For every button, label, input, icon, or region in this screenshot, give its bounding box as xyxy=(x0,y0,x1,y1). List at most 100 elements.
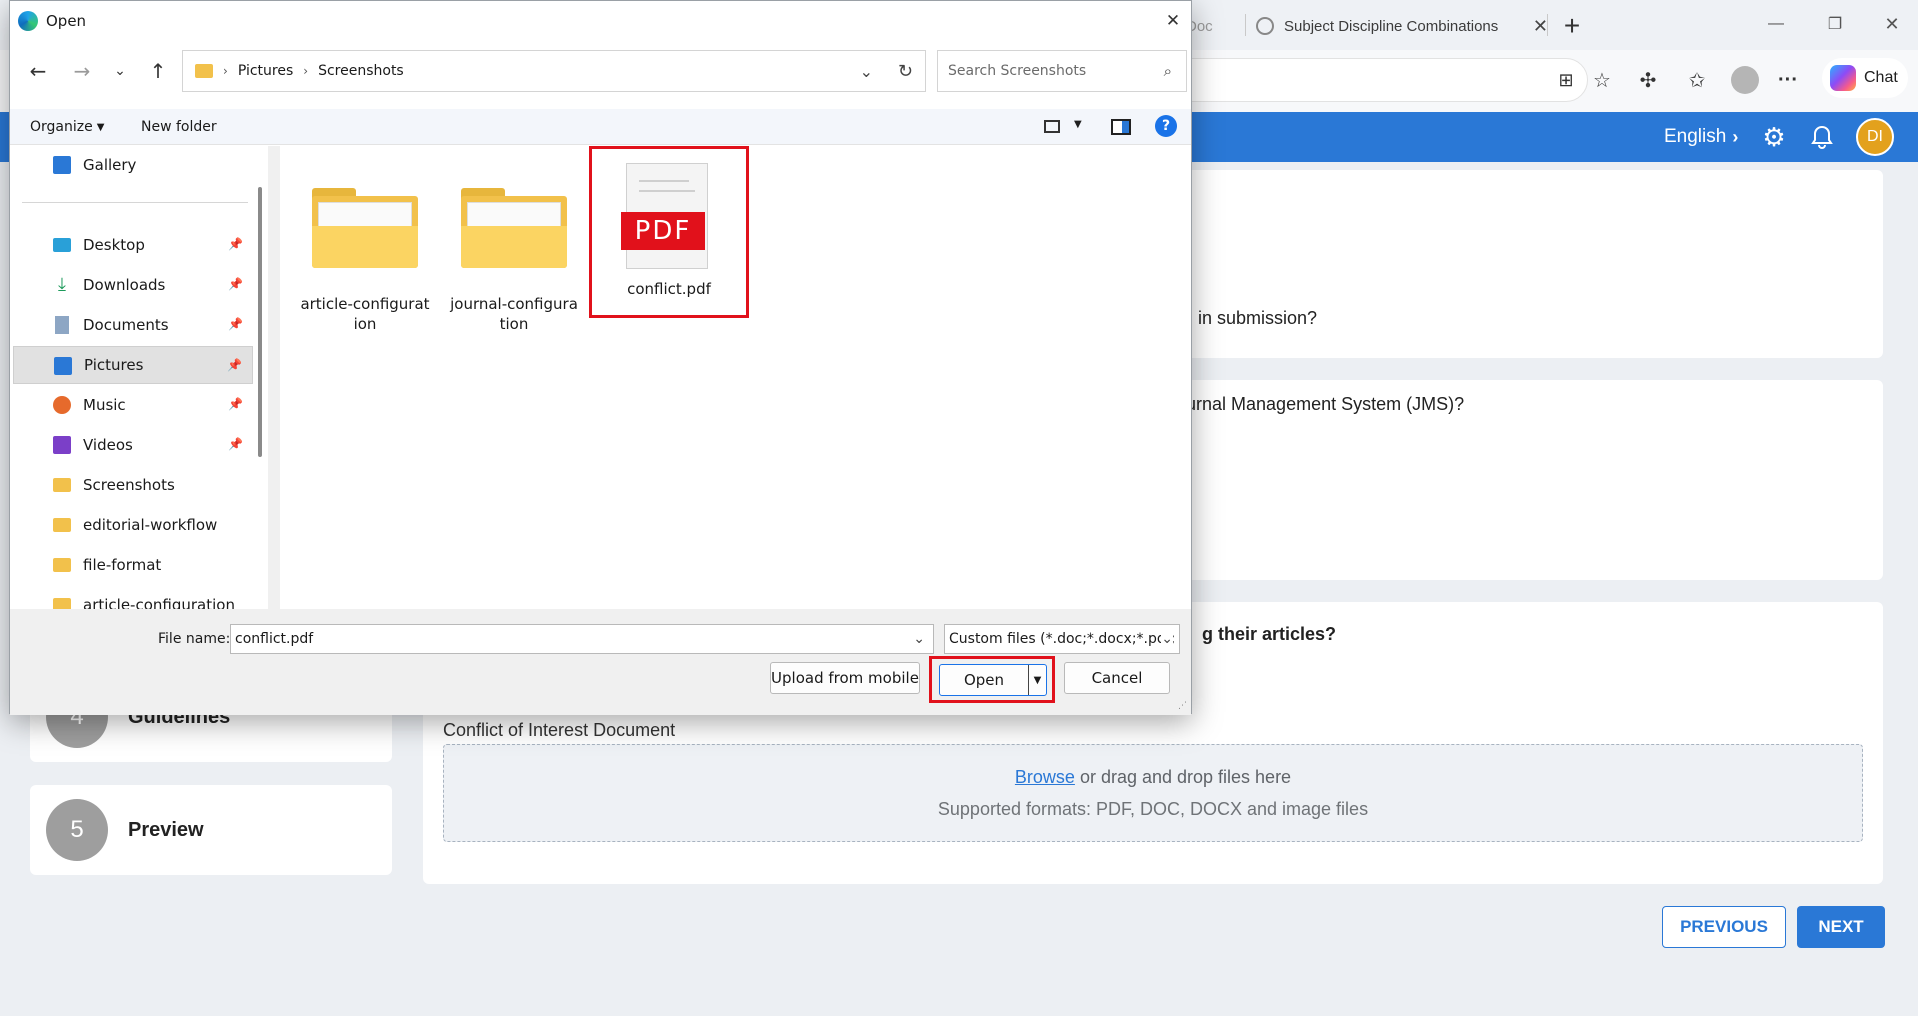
pin-icon[interactable]: 📌 xyxy=(228,437,243,451)
pdf-document-icon: PDF xyxy=(621,163,708,269)
restore-window-icon[interactable]: ❐ xyxy=(1823,12,1847,36)
address-dropdown-chevron-icon[interactable]: ⌄ xyxy=(860,62,873,81)
pin-icon[interactable]: 📌 xyxy=(227,358,242,372)
search-box[interactable]: Search Screenshots ⌕ xyxy=(937,50,1187,92)
help-icon[interactable]: ? xyxy=(1155,115,1177,137)
nav-item-gallery[interactable]: Gallery xyxy=(13,146,253,184)
videos-icon xyxy=(53,436,71,454)
back-arrow-icon[interactable]: ← xyxy=(26,59,50,83)
file-name-dropdown-icon[interactable]: ⌄ xyxy=(913,631,925,647)
preview-pane-icon[interactable] xyxy=(1111,119,1131,135)
tab-divider xyxy=(1245,14,1246,36)
previous-button[interactable]: PREVIOUS xyxy=(1662,906,1786,948)
search-placeholder: Search Screenshots xyxy=(948,63,1087,79)
pin-icon[interactable]: 📌 xyxy=(228,277,243,291)
cancel-button[interactable]: Cancel xyxy=(1064,662,1170,694)
upload-label: Conflict of Interest Document xyxy=(443,720,676,740)
more-menu-icon[interactable]: ··· xyxy=(1776,68,1800,92)
up-folder-arrow-icon[interactable]: ↑ xyxy=(146,59,170,83)
folder-item-journal-configuration[interactable]: journal-configura tion xyxy=(449,166,579,333)
pdf-file-item-conflict[interactable]: PDF conflict.pdf xyxy=(589,146,749,318)
folder-icon xyxy=(53,598,71,609)
profile-avatar-icon[interactable] xyxy=(1731,66,1759,94)
file-type-select[interactable]: Custom files (*.doc;*.docx;*.pdf; ⌄ xyxy=(944,624,1180,654)
favorite-star-icon[interactable]: ☆ xyxy=(1590,68,1614,92)
organize-menu[interactable]: Organize ▼ xyxy=(30,119,104,135)
step-preview[interactable]: 5 Preview xyxy=(30,785,392,875)
nav-label: Documents xyxy=(83,316,169,334)
supported-formats-text: Supported formats: PDF, DOC, DOCX and im… xyxy=(937,799,1369,819)
breadcrumb-item[interactable]: Pictures xyxy=(238,63,293,79)
browse-link[interactable]: Browse xyxy=(1015,767,1075,787)
forward-arrow-icon[interactable]: → xyxy=(70,59,94,83)
pin-icon[interactable]: 📌 xyxy=(228,397,243,411)
nav-scrollbar[interactable] xyxy=(258,187,262,457)
new-folder-button[interactable]: New folder xyxy=(141,119,217,135)
open-file-dialog: Open ✕ ← → ⌄ ↑ › Pictures › Screenshots … xyxy=(9,0,1192,715)
copilot-chat-button[interactable]: Chat xyxy=(1822,58,1908,98)
copilot-icon xyxy=(1830,65,1856,91)
extensions-icon[interactable]: ✣ xyxy=(1636,68,1660,92)
nav-item-editorial-workflow[interactable]: editorial-workflow xyxy=(13,506,253,544)
open-dropdown-arrow-icon[interactable]: ▼ xyxy=(1028,665,1046,695)
search-icon: ⌕ xyxy=(1163,62,1172,80)
file-drop-zone[interactable]: Browse or drag and drop files here Suppo… xyxy=(443,744,1863,842)
nav-item-downloads[interactable]: ⤓ Downloads 📌 xyxy=(13,266,253,304)
chevron-right-icon: › xyxy=(303,64,309,78)
refresh-icon[interactable]: ↻ xyxy=(898,61,913,82)
nav-label: Screenshots xyxy=(83,476,175,494)
nav-item-article-configuration[interactable]: article-configuration xyxy=(13,586,253,609)
minimize-window-icon[interactable]: — xyxy=(1764,12,1788,36)
download-icon: ⤓ xyxy=(58,274,66,295)
recent-locations-chevron-icon[interactable]: ⌄ xyxy=(110,59,130,83)
language-selector[interactable]: English › xyxy=(1664,124,1738,150)
view-dropdown-arrow-icon[interactable]: ▼ xyxy=(1074,119,1082,130)
dialog-footer: File name: conflict.pdf ⌄ Custom files (… xyxy=(10,609,1191,715)
drop-text: or drag and drop files here xyxy=(1074,767,1292,787)
apps-icon[interactable]: ⊞ xyxy=(1554,68,1578,92)
step-number: 5 xyxy=(46,799,108,861)
nav-item-documents[interactable]: Documents 📌 xyxy=(13,306,253,344)
open-button[interactable]: Open ▼ xyxy=(939,664,1047,696)
desktop-icon xyxy=(53,238,71,252)
chevron-right-icon: › xyxy=(1732,126,1739,147)
item-label-line: tion xyxy=(499,315,529,333)
nav-label: editorial-workflow xyxy=(83,516,218,534)
view-options-icon[interactable] xyxy=(1044,120,1060,133)
pin-icon[interactable]: 📌 xyxy=(228,237,243,251)
nav-divider xyxy=(22,202,248,203)
notification-bell-icon[interactable] xyxy=(1808,123,1836,151)
nav-item-file-format[interactable]: file-format xyxy=(13,546,253,584)
user-avatar[interactable]: DI xyxy=(1856,118,1894,156)
breadcrumb-item[interactable]: Screenshots xyxy=(318,63,404,79)
address-breadcrumb[interactable]: › Pictures › Screenshots ⌄ ↻ xyxy=(182,50,926,92)
new-tab-button[interactable]: + xyxy=(1557,10,1587,41)
dialog-close-icon[interactable]: ✕ xyxy=(1162,10,1184,32)
close-window-icon[interactable]: ✕ xyxy=(1880,12,1904,36)
close-tab-icon[interactable]: ✕ xyxy=(1533,16,1548,37)
nav-label: Pictures xyxy=(84,356,144,374)
settings-gear-icon[interactable]: ⚙ xyxy=(1760,122,1788,152)
nav-item-desktop[interactable]: Desktop 📌 xyxy=(13,226,253,264)
address-bar[interactable] xyxy=(1150,58,1588,102)
next-button[interactable]: NEXT xyxy=(1797,906,1885,948)
question-text: g their articles? xyxy=(1202,624,1337,644)
folder-item-article-configuration[interactable]: article-configurat ion xyxy=(300,166,430,333)
browser-tab-partial[interactable]: Doc xyxy=(1186,10,1242,42)
pin-icon[interactable]: 📌 xyxy=(228,317,243,331)
file-name-value: conflict.pdf xyxy=(235,631,314,647)
file-type-dropdown-icon[interactable]: ⌄ xyxy=(1161,631,1173,647)
nav-item-videos[interactable]: Videos 📌 xyxy=(13,426,253,464)
favorites-list-icon[interactable]: ✩ xyxy=(1685,68,1709,92)
chevron-right-icon: › xyxy=(223,64,228,78)
upload-from-mobile-button[interactable]: Upload from mobile xyxy=(770,662,920,694)
pane-splitter[interactable] xyxy=(268,146,280,609)
nav-item-pictures[interactable]: Pictures 📌 xyxy=(13,346,253,384)
file-name-input[interactable]: conflict.pdf ⌄ xyxy=(230,624,934,654)
nav-item-screenshots[interactable]: Screenshots xyxy=(13,466,253,504)
nav-item-music[interactable]: Music 📌 xyxy=(13,386,253,424)
nav-label: Downloads xyxy=(83,276,166,294)
folder-icon xyxy=(53,518,71,532)
resize-grip-icon[interactable]: ⋰ xyxy=(1178,701,1187,711)
browser-tab-subject-discipline[interactable]: Subject Discipline Combinations ✕ xyxy=(1256,10,1548,42)
